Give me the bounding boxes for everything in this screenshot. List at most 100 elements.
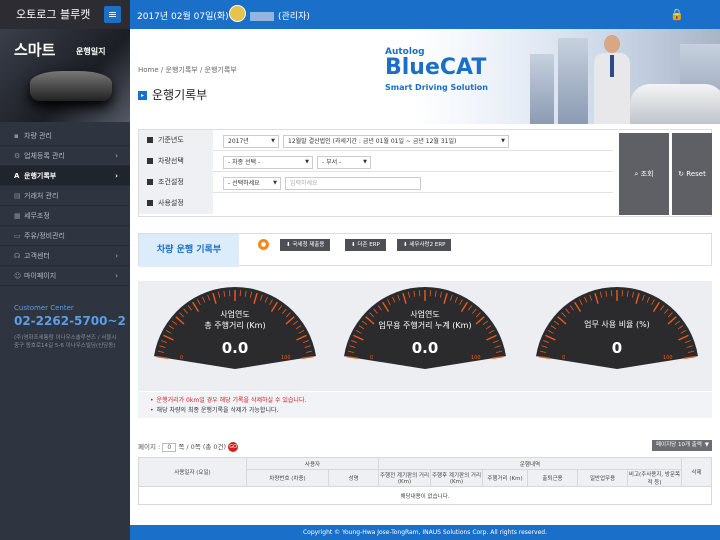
sidebar-item-logbook[interactable]: A 운행기록부 ›: [0, 166, 130, 186]
gauge-label-line2: 업무용 주행거리 누계 (Km): [378, 321, 472, 330]
filter-label: 사용설정: [139, 193, 213, 214]
filter-row-year: 기준년도 2017년 ▼ 12월말 결산법인 (과세기간 : 금년 01월 01일…: [139, 130, 613, 151]
user-info: (관리자): [250, 9, 310, 22]
sidebar: 스마트 운행일지 ▪ 차량 관리 ⚙ 업체등록 관리 › A 운행기록부 › ▤ 거래처 관…: [0, 29, 130, 540]
filter-row-condition: 조건설정 - 선택하세요 ▼ 입력하세요: [139, 172, 613, 193]
breadcrumb-level2: 운행기록부: [204, 66, 237, 74]
caret-down-icon: ▼: [704, 442, 709, 448]
col-commute: 출퇴근용: [527, 469, 578, 487]
chevron-right-icon: ›: [115, 152, 118, 160]
sidebar-item-label: 마이페이지: [24, 272, 57, 280]
condition-select[interactable]: - 선택하세요 ▼: [223, 177, 281, 190]
col-name: 성명: [328, 469, 379, 487]
sidebar-item-mypage[interactable]: ☺ 마이페이지 ›: [0, 266, 130, 286]
col-distance: 주행거리 (Km): [482, 469, 528, 487]
go-button[interactable]: GO: [228, 442, 239, 452]
lock-icon[interactable]: 🔒: [670, 8, 684, 21]
checkbox-icon: [147, 137, 153, 143]
sidebar-nav: ▪ 차량 관리 ⚙ 업체등록 관리 › A 운행기록부 › ▤ 거래처 관리 ▦ 세무조정 ▭…: [0, 126, 130, 286]
sidebar-item-label: 거래처 관리: [24, 192, 59, 200]
dept-select[interactable]: - 부서 - ▼: [317, 156, 371, 169]
export-duzon-label: 더존 ERP: [357, 242, 380, 248]
breadcrumb-separator: /: [160, 66, 164, 74]
gauge-label-line2: 총 주행거리 (Km): [204, 321, 266, 330]
sidebar-item-vehicle[interactable]: ▪ 차량 관리: [0, 126, 130, 146]
gauge-business-distance: 사업연도 업무용 주행거리 누계 (Km) 0.0 0 100: [340, 281, 510, 391]
businessman-image: [592, 33, 632, 124]
section-header: 차량 운행 기록부 ● ⬇ 국세청 제출용 ⬇ 더존 ERP ⬇ 세무사랑2 E…: [138, 233, 712, 267]
sidebar-item-label: 세무조정: [24, 212, 50, 220]
export-duzon-button[interactable]: ⬇ 더존 ERP: [345, 239, 386, 251]
condition-input[interactable]: 입력하세요: [285, 177, 421, 190]
car-icon: ▪: [14, 132, 19, 140]
headset-icon: ☊: [14, 252, 21, 260]
menu-toggle-button[interactable]: ≡: [104, 6, 121, 23]
sidebar-item-clients[interactable]: ▤ 거래처 관리: [0, 186, 130, 206]
year-select[interactable]: 2017년 ▼: [223, 135, 279, 148]
bullet: •: [150, 397, 154, 404]
vehicle-select-value: - 차종 선택 -: [228, 159, 261, 166]
col-after: 주행후 계기판의 거리 (Km): [430, 469, 483, 487]
chevron-right-icon: ›: [115, 172, 118, 180]
gauge-label: 사업연도 업무용 주행거리 누계 (Km): [340, 309, 510, 331]
notice-item: • 해당 차량의 최종 운행기록을 삭제가 가능합니다.: [150, 406, 712, 416]
reset-button[interactable]: ↻ Reset: [672, 133, 712, 215]
sidebar-item-fuel[interactable]: ▭ 주유/정비관리: [0, 226, 130, 246]
search-filter-panel: 기준년도 2017년 ▼ 12월말 결산법인 (과세기간 : 금년 01월 01일…: [138, 129, 712, 217]
page-title-text: 운행기록부: [152, 88, 208, 102]
sidebar-item-label: 고객센터: [24, 252, 50, 260]
user-role: (관리자): [278, 12, 310, 22]
search-button[interactable]: ⌕ 조회: [619, 133, 669, 215]
chevron-right-icon: ›: [115, 272, 118, 280]
col-before: 주행전 계기판의 거리 (Km): [378, 469, 431, 487]
document-icon: ▤: [14, 192, 21, 200]
a-icon: A: [14, 172, 20, 180]
gauge-value: 0: [611, 339, 623, 357]
col-group-user: 사용자: [246, 457, 379, 470]
avatar: [229, 5, 246, 22]
filter-label-text: 조건설정: [158, 178, 184, 186]
car-image: [630, 84, 720, 124]
sidebar-item-company[interactable]: ⚙ 업체등록 관리 ›: [0, 146, 130, 166]
checkbox-icon: [147, 200, 153, 206]
building-image: [558, 38, 588, 124]
period-select-value: 12월말 결산법인 (과세기간 : 금년 01월 01일 ~ 금년 12월 31…: [288, 138, 457, 145]
export-sesa-button[interactable]: ⬇ 세무사랑2 ERP: [397, 239, 452, 251]
sidebar-item-label: 주유/정비관리: [24, 232, 65, 240]
breadcrumb: Home / 운행기록부 / 운행기록부: [138, 65, 237, 75]
gauge-min: 0: [562, 355, 566, 361]
pager-info: 쪽 / 0쪽 (총 0건): [178, 443, 227, 451]
col-date: 사용일자 (요일): [138, 457, 247, 487]
period-select[interactable]: 12월말 결산법인 (과세기간 : 금년 01월 01일 ~ 금년 12월 31…: [283, 135, 509, 148]
customer-center-phone: 02-2262-5700~2: [14, 314, 126, 328]
vehicle-select[interactable]: - 차종 선택 - ▼: [223, 156, 313, 169]
gauge-label-line2: 업무 사용 비율 (%): [584, 320, 650, 329]
per-page-select[interactable]: 페이지당 10개 출력 ▼: [652, 440, 712, 451]
year-select-value: 2017년: [228, 138, 249, 145]
per-page-value: 페이지당 10개 출력: [656, 442, 702, 448]
gauge-dial: [344, 287, 506, 369]
gauge-min: 0: [370, 355, 374, 361]
main-content: Autolog BlueCAT Smart Driving Solution H…: [130, 29, 720, 525]
gauge-panel: 사업연도 총 주행거리 (Km) 0.0 0 100 사업연도 업무용 주행거리 누…: [138, 281, 712, 391]
calculator-icon: ▦: [14, 212, 21, 220]
breadcrumb-separator: /: [199, 66, 203, 74]
caret-down-icon: ▼: [501, 138, 505, 144]
sidebar-item-label: 업체등록 관리: [24, 152, 65, 160]
sidebar-item-label: 차량 관리: [24, 132, 52, 140]
filter-row-vehicle: 차량선택 - 차종 선택 - ▼ - 부서 - ▼: [139, 151, 613, 172]
sidebar-item-support[interactable]: ☊ 고객센터 ›: [0, 246, 130, 266]
gauge-min: 0: [180, 355, 184, 361]
notice-text: 운행거리가 0km일 경우 해당 기록을 삭제하실 수 있습니다.: [156, 397, 307, 404]
gauge-max: 100: [471, 355, 481, 361]
current-date: 2017년 02월 07일(화): [137, 12, 229, 22]
breadcrumb-home[interactable]: Home: [138, 66, 159, 74]
filter-label-text: 기준년도: [158, 136, 184, 144]
bluecat-banner: Autolog BlueCAT Smart Driving Solution: [380, 29, 720, 124]
notice-text: 해당 차량의 최종 운행기록을 삭제가 가능합니다.: [156, 407, 279, 414]
sidebar-item-tax[interactable]: ▦ 세무조정: [0, 206, 130, 226]
export-nts-button[interactable]: ⬇ 국세청 제출용: [280, 239, 331, 251]
page-input[interactable]: 0: [162, 442, 177, 452]
hamburger-icon: ≡: [107, 8, 118, 21]
breadcrumb-level1[interactable]: 운행기록부: [166, 66, 198, 74]
